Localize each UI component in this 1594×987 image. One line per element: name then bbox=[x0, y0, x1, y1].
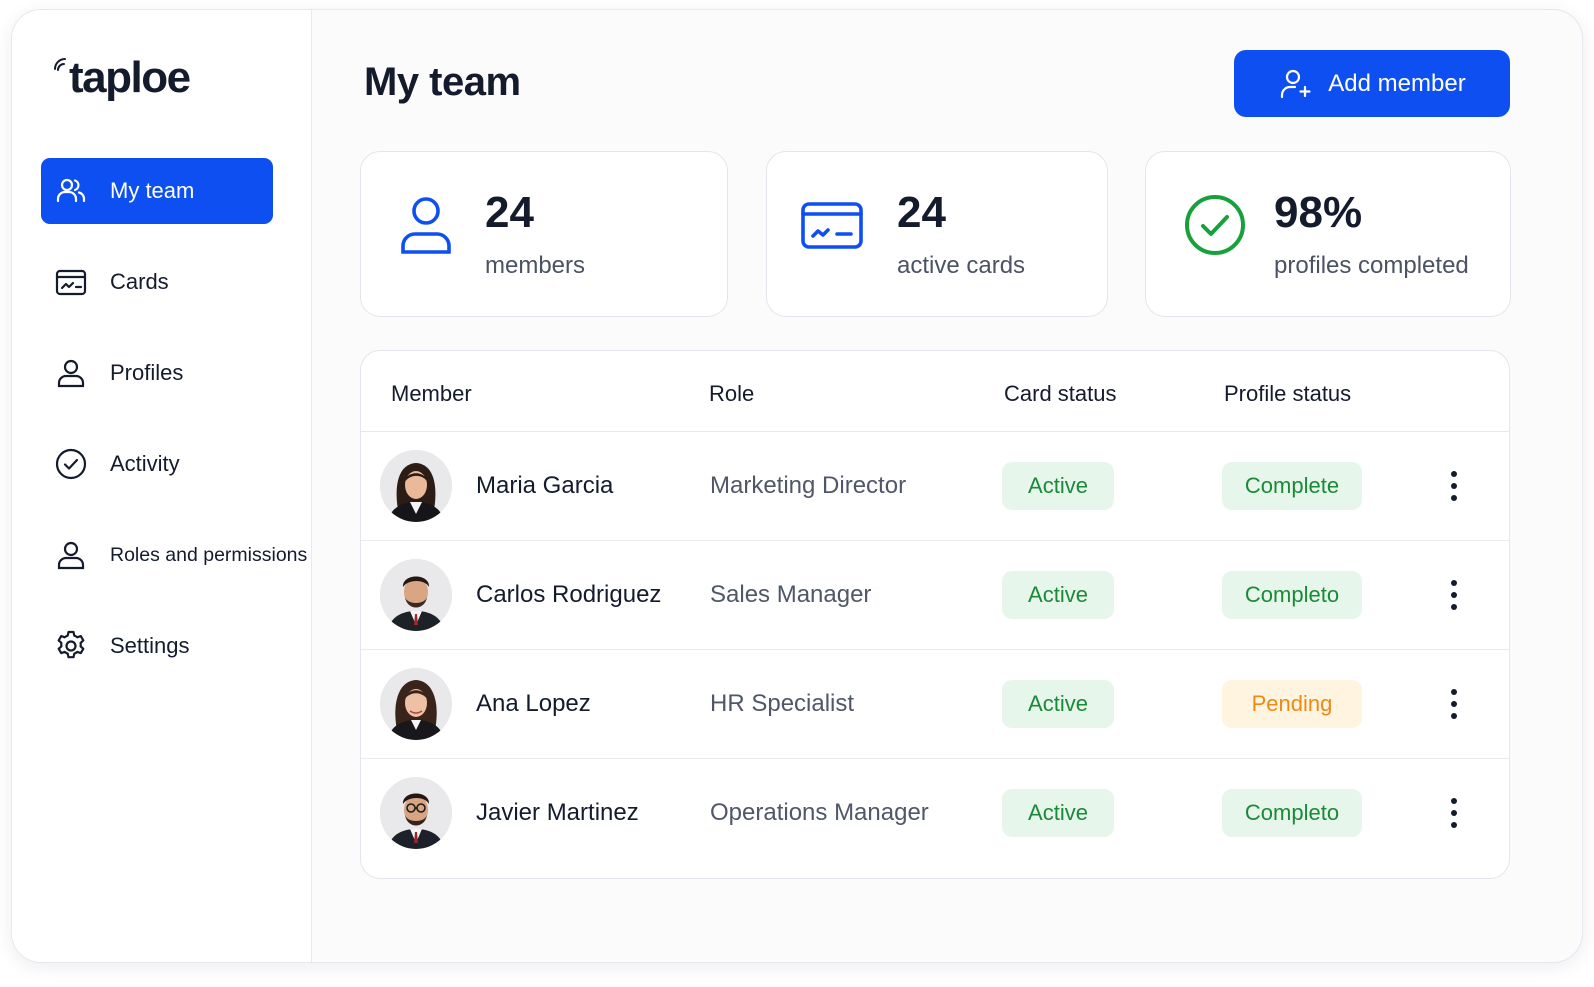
table-row[interactable]: Carlos Rodriguez Sales Manager Active Co… bbox=[361, 541, 1509, 650]
more-vertical-icon bbox=[1451, 798, 1457, 828]
column-header-profile-status: Profile status bbox=[1224, 381, 1352, 406]
check-circle-icon bbox=[1182, 192, 1248, 258]
main-content: My team Add member 24 members 24 active … bbox=[312, 10, 1582, 962]
avatar bbox=[380, 777, 452, 849]
more-vertical-icon bbox=[1451, 580, 1457, 610]
sidebar-item-label: Cards bbox=[110, 269, 169, 294]
stat-card-members: 24 members bbox=[360, 151, 728, 317]
brand-name: taploe bbox=[69, 53, 191, 102]
stat-card-profiles-completed: 98% profiles completed bbox=[1145, 151, 1511, 317]
sidebar-item-activity[interactable]: Activity bbox=[41, 431, 273, 497]
more-vertical-icon bbox=[1451, 471, 1457, 501]
member-role: Marketing Director bbox=[710, 472, 907, 499]
sidebar-nav: My team Cards Profiles Activity Roles an… bbox=[41, 158, 307, 704]
card-icon bbox=[799, 192, 865, 258]
stat-value: 24 bbox=[485, 188, 534, 237]
team-table: Member Role Card status Profile status M… bbox=[360, 350, 1510, 879]
add-member-label: Add member bbox=[1328, 69, 1466, 97]
sidebar: taploe My team Cards Profiles Activity R… bbox=[12, 10, 312, 962]
check-circle-icon bbox=[54, 447, 88, 481]
avatar bbox=[380, 559, 452, 631]
member-role: Operations Manager bbox=[710, 799, 929, 826]
avatar bbox=[380, 450, 452, 522]
stat-card-active-cards: 24 active cards bbox=[766, 151, 1108, 317]
table-header: Member Role Card status Profile status bbox=[361, 351, 1509, 432]
stat-label: profiles completed bbox=[1274, 252, 1469, 279]
sidebar-item-label: Roles and permissions bbox=[110, 543, 308, 566]
stat-label: members bbox=[485, 252, 586, 279]
card-status-badge: Active bbox=[1002, 680, 1114, 728]
sidebar-item-cards[interactable]: Cards bbox=[41, 249, 273, 315]
stat-value: 24 bbox=[897, 188, 946, 237]
member-name: Javier Martinez bbox=[476, 799, 639, 826]
card-status-badge: Active bbox=[1002, 571, 1114, 619]
add-member-button[interactable]: Add member bbox=[1234, 50, 1510, 117]
stat-label: active cards bbox=[897, 252, 1026, 279]
column-header-member: Member bbox=[391, 381, 472, 406]
column-header-role: Role bbox=[709, 381, 755, 406]
row-menu-button[interactable] bbox=[1441, 686, 1467, 722]
card-status-badge: Active bbox=[1002, 462, 1114, 510]
table-row[interactable]: Maria Garcia Marketing Director Active C… bbox=[361, 432, 1509, 541]
table-row[interactable]: Ana Lopez HR Specialist Active Pending bbox=[361, 650, 1509, 759]
user-icon bbox=[54, 538, 88, 572]
profile-status-badge: Pending bbox=[1222, 680, 1362, 728]
user-icon bbox=[393, 192, 459, 258]
sidebar-item-roles-and-permissions[interactable]: Roles and permissions bbox=[41, 522, 307, 588]
sidebar-item-settings[interactable]: Settings bbox=[41, 613, 273, 679]
sidebar-item-label: Profiles bbox=[110, 360, 184, 385]
row-menu-button[interactable] bbox=[1441, 577, 1467, 613]
team-icon bbox=[54, 174, 88, 208]
card-status-badge: Active bbox=[1002, 789, 1114, 837]
member-role: HR Specialist bbox=[710, 690, 855, 717]
gear-icon bbox=[54, 629, 88, 663]
sidebar-item-label: Activity bbox=[110, 451, 180, 476]
table-row[interactable]: Javier Martinez Operations Manager Activ… bbox=[361, 759, 1509, 868]
profile-status-badge: Completo bbox=[1222, 571, 1362, 619]
member-name: Ana Lopez bbox=[476, 690, 591, 717]
row-menu-button[interactable] bbox=[1441, 795, 1467, 831]
card-icon bbox=[54, 265, 88, 299]
user-icon bbox=[54, 356, 88, 390]
app-window: taploe My team Cards Profiles Activity R… bbox=[11, 9, 1583, 963]
column-header-card-status: Card status bbox=[1004, 381, 1117, 406]
member-role: Sales Manager bbox=[710, 581, 872, 608]
sidebar-item-profiles[interactable]: Profiles bbox=[41, 340, 273, 406]
sidebar-item-label: My team bbox=[110, 178, 195, 203]
profile-status-badge: Complete bbox=[1222, 462, 1362, 510]
row-menu-button[interactable] bbox=[1441, 468, 1467, 504]
brand-logo[interactable]: taploe bbox=[54, 52, 191, 104]
add-user-icon bbox=[1281, 69, 1311, 98]
profile-status-badge: Completo bbox=[1222, 789, 1362, 837]
more-vertical-icon bbox=[1451, 689, 1457, 719]
page-title: My team bbox=[364, 60, 521, 104]
avatar bbox=[380, 668, 452, 740]
sidebar-item-label: Settings bbox=[110, 633, 190, 658]
sidebar-item-my-team[interactable]: My team bbox=[41, 158, 273, 224]
member-name: Carlos Rodriguez bbox=[476, 581, 662, 608]
member-name: Maria Garcia bbox=[476, 472, 614, 499]
stat-value: 98% bbox=[1274, 188, 1363, 237]
